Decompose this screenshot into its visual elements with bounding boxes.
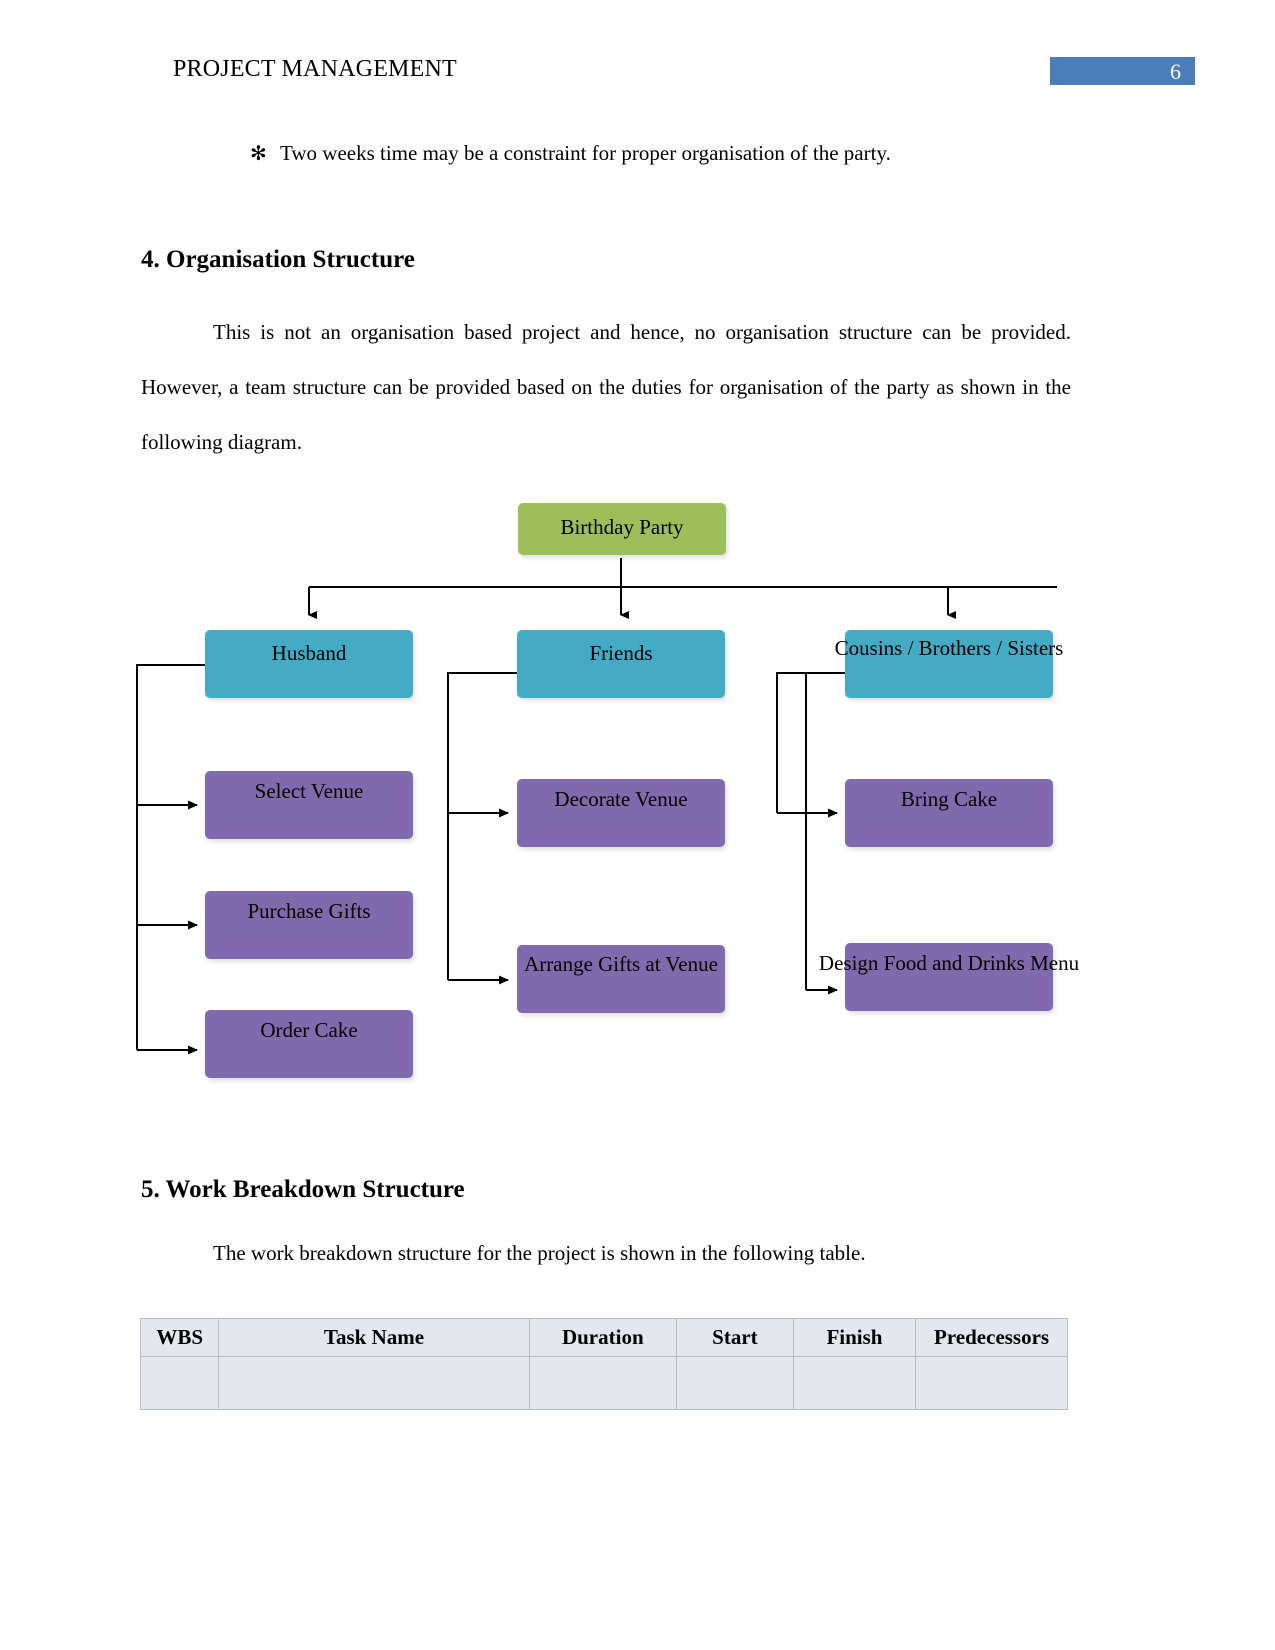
table-header-task-name: Task Name — [218, 1318, 530, 1357]
page-number: 6 — [1170, 59, 1181, 84]
star-bullet-icon: ✻ — [250, 143, 267, 165]
diagram-node-select-venue[interactable]: Select Venue — [205, 771, 413, 839]
diagram-node-order-cake[interactable]: Order Cake — [205, 1010, 413, 1078]
diagram-node-label: Arrange Gifts at Venue — [524, 952, 718, 976]
diagram-node-label: Husband — [271, 641, 347, 665]
table-cell-start — [676, 1356, 794, 1410]
table-cell-predecessors — [915, 1356, 1068, 1410]
diagram-node-label: Bring Cake — [900, 787, 998, 811]
table-header-row: WBS Task Name Duration Start Finish Pred… — [139, 1318, 1068, 1357]
table-cell-finish — [792, 1356, 917, 1410]
section-paragraph-organisation: This is not an organisation based projec… — [141, 320, 1071, 454]
table-header-start: Start — [676, 1318, 794, 1357]
diagram-node-birthday-party[interactable]: Birthday Party — [518, 503, 726, 555]
diagram-node-label: Select Venue — [254, 779, 364, 803]
table-header-duration: Duration — [528, 1318, 678, 1357]
section-heading-organisation: 4. Organisation Structure — [141, 246, 415, 273]
diagram-node-label: Design Food and Drinks Menu — [818, 951, 1080, 975]
section-paragraph-wbs: The work breakdown structure for the pro… — [213, 1241, 866, 1265]
diagram-node-label: Cousins / Brothers / Sisters — [834, 636, 1064, 660]
table-header-finish: Finish — [792, 1318, 917, 1357]
table-cell-task-name — [218, 1356, 530, 1410]
diagram-node-label: Purchase Gifts — [247, 899, 371, 923]
diagram-node-husband[interactable]: Husband — [205, 630, 413, 698]
bullet-list-item: ✻ Two weeks time may be a constraint for… — [250, 140, 1130, 166]
diagram-node-friends[interactable]: Friends — [517, 630, 725, 698]
diagram-node-label: Decorate Venue — [554, 787, 688, 811]
diagram-node-label: Order Cake — [260, 1018, 358, 1042]
table-cell-wbs — [139, 1356, 220, 1410]
diagram-node-purchase-gifts[interactable]: Purchase Gifts — [205, 891, 413, 959]
wbs-table: WBS Task Name Duration Start Finish Pred… — [139, 1318, 1068, 1410]
diagram-node-cousins-brothers-sisters[interactable]: Cousins / Brothers / Sisters — [835, 630, 1063, 698]
section-heading-wbs: 5. Work Breakdown Structure — [141, 1176, 465, 1203]
table-cell-duration — [528, 1356, 678, 1410]
diagram-node-design-food-and-drinks-menu[interactable]: Design Food and Drinks Menu — [819, 943, 1079, 1011]
document-page: PROJECT MANAGEMENT 6 ✻ Two weeks time ma… — [0, 0, 1275, 1650]
document-header: PROJECT MANAGEMENT 6 — [0, 56, 1275, 88]
diagram-node-arrange-gifts-at-venue[interactable]: Arrange Gifts at Venue — [517, 945, 725, 1013]
table-row — [139, 1356, 1068, 1410]
page-number-badge: 6 — [1050, 57, 1195, 85]
bullet-item-text: Two weeks time may be a constraint for p… — [280, 141, 891, 165]
table-header-predecessors: Predecessors — [915, 1318, 1068, 1357]
diagram-node-label: Birthday Party — [560, 515, 684, 539]
table-header-wbs: WBS — [139, 1318, 220, 1357]
diagram-node-decorate-venue[interactable]: Decorate Venue — [517, 779, 725, 847]
header-title: PROJECT MANAGEMENT — [173, 56, 457, 82]
diagram-node-bring-cake[interactable]: Bring Cake — [845, 779, 1053, 847]
diagram-node-label: Friends — [589, 641, 653, 665]
organisation-structure-diagram: Birthday Party Husband Friends Cousins /… — [0, 470, 1275, 1110]
